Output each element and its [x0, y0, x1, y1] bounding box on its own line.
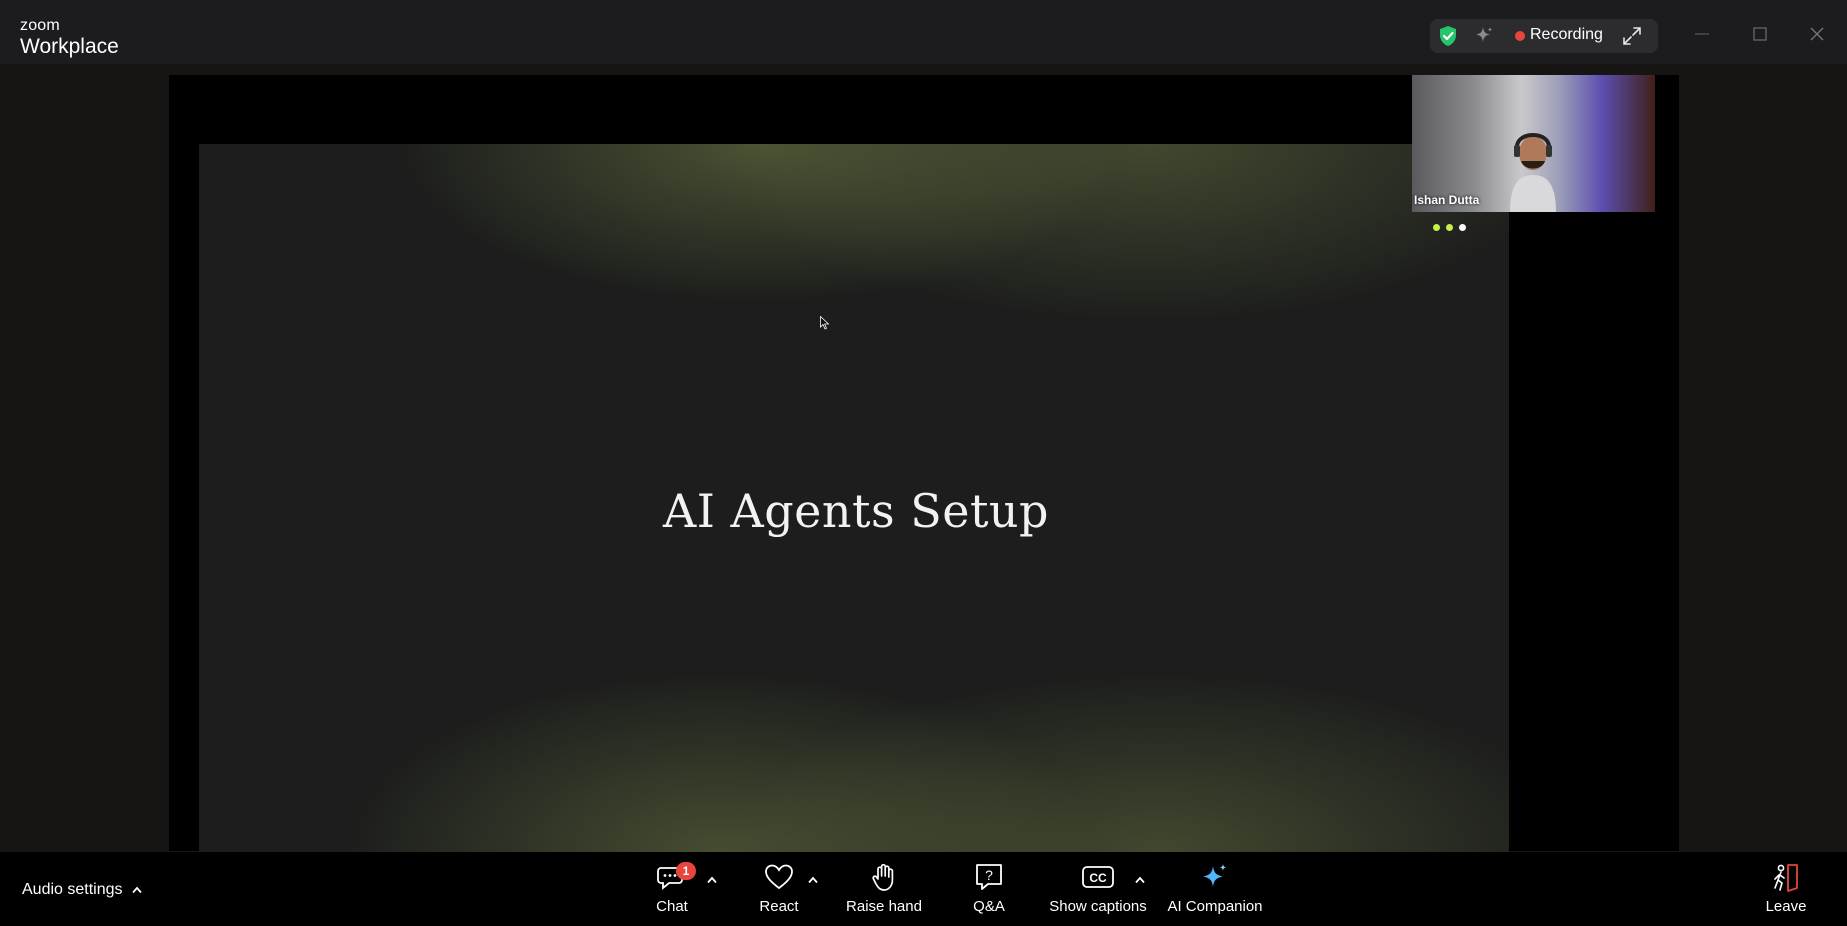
chevron-up-icon[interactable] [1134, 876, 1146, 884]
chevron-up-icon[interactable] [807, 876, 819, 884]
svg-text:CC: CC [1089, 871, 1107, 885]
ai-companion-button[interactable]: AI Companion [1166, 862, 1264, 915]
qa-label: Q&A [973, 898, 1005, 915]
close-icon[interactable] [1805, 22, 1829, 46]
audio-settings-button[interactable]: Audio settings [22, 881, 123, 899]
raise-hand-label: Raise hand [846, 898, 922, 915]
heart-icon [765, 864, 793, 890]
expand-icon[interactable] [1620, 24, 1644, 48]
app-product: Workplace [20, 35, 119, 58]
leave-door-icon [1774, 864, 1798, 892]
react-button[interactable]: React [754, 862, 804, 915]
chat-label: Chat [656, 898, 688, 915]
shared-slide: AI Agents Setup [199, 144, 1509, 852]
leave-button[interactable]: Leave [1765, 862, 1807, 915]
qa-icon: ? [976, 864, 1002, 890]
maximize-icon[interactable] [1748, 22, 1772, 46]
meeting-toolbar [0, 852, 1847, 926]
leave-label: Leave [1765, 898, 1807, 915]
recording-label[interactable]: Recording [1530, 26, 1603, 44]
chat-unread-badge: 1 [676, 862, 696, 880]
participant-silhouette-icon [1510, 133, 1556, 212]
status-dot [1446, 224, 1453, 231]
react-label: React [759, 898, 799, 915]
participant-video-tile[interactable] [1412, 75, 1655, 212]
participant-status-dots [1433, 218, 1472, 236]
recording-dot [1515, 31, 1525, 41]
app-brand: zoom [20, 17, 60, 34]
chevron-up-icon[interactable] [131, 886, 143, 894]
svg-text:?: ? [985, 867, 993, 883]
status-dot [1459, 224, 1466, 231]
app-logo: zoom Workplace [20, 17, 119, 58]
show-captions-label: Show captions [1049, 898, 1147, 915]
minimize-icon[interactable] [1690, 22, 1714, 46]
sparkle-icon[interactable] [1472, 24, 1496, 48]
show-captions-button[interactable]: CC Show captions [1048, 862, 1148, 915]
slide-title: AI Agents Setup [662, 484, 1050, 538]
ai-companion-label: AI Companion [1167, 898, 1263, 915]
mouse-cursor-icon [820, 316, 830, 330]
raise-hand-icon [872, 863, 894, 891]
ai-companion-sparkle-icon [1203, 864, 1227, 887]
qa-button[interactable]: ? Q&A [970, 862, 1008, 915]
chevron-up-icon[interactable] [706, 876, 718, 884]
participant-name: Ishan Dutta [1414, 193, 1480, 207]
shield-check-icon[interactable] [1436, 24, 1460, 48]
closed-captions-icon: CC [1082, 866, 1114, 888]
status-dot [1433, 224, 1440, 231]
raise-hand-button[interactable]: Raise hand [845, 862, 923, 915]
